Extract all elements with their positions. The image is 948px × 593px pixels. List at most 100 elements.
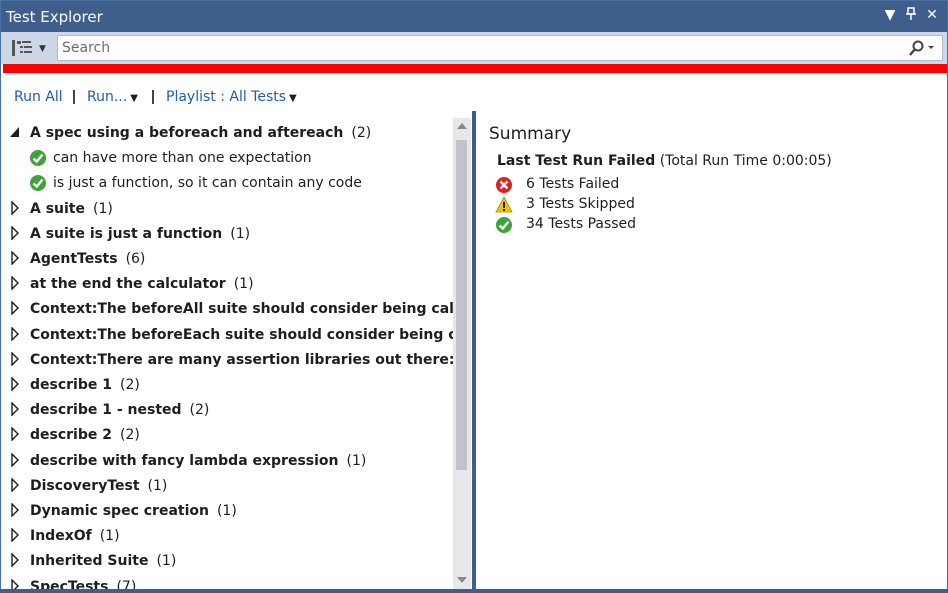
test-group-name: describe 2	[30, 427, 112, 444]
scroll-down-icon[interactable]	[457, 577, 467, 584]
test-group-label: A spec using a beforeach and aftereach (2…	[30, 125, 371, 141]
separator	[152, 90, 154, 104]
check-circle-icon	[30, 175, 46, 192]
skipped-count: 3 Tests Skipped	[526, 196, 635, 212]
test-group-row[interactable]: Context:The beforeEach suite should cons…	[1, 323, 453, 347]
test-group-name: describe 1 - nested	[30, 402, 182, 419]
window-title: Test Explorer	[6, 8, 103, 26]
test-group-label: describe 1 - nested (2)	[30, 402, 209, 418]
expand-toggle[interactable]	[9, 426, 21, 443]
scroll-thumb[interactable]	[456, 140, 467, 470]
collapsed-triangle-icon	[11, 426, 19, 443]
run-menu-label: Run...	[87, 89, 128, 105]
test-group-count: (1)	[346, 452, 367, 469]
test-group-row[interactable]: SpecTests (7)	[1, 575, 453, 590]
expand-toggle[interactable]	[9, 376, 21, 392]
test-group-label: Context:The beforeAll suite should consi…	[30, 301, 453, 317]
test-group-label: A suite (1)	[30, 201, 113, 217]
test-group-name: A spec using a beforeach and aftereach	[30, 125, 344, 141]
collapsed-triangle-icon	[11, 502, 19, 518]
test-group-row[interactable]: Inherited Suite (1)	[1, 549, 453, 573]
toolbar: ▼	[1, 32, 947, 64]
command-bar: Run All Run... ▼ Playlist : All Tests ▼	[1, 83, 947, 111]
test-case-row[interactable]: can have more than one expectation	[1, 146, 453, 170]
test-group-count: (1)	[147, 477, 168, 494]
collapse-toggle[interactable]	[9, 125, 21, 139]
test-group-name: A suite is just a function	[30, 225, 223, 242]
collapsed-triangle-icon	[11, 451, 19, 468]
warning-triangle-icon	[495, 196, 513, 213]
expand-toggle[interactable]	[9, 401, 21, 417]
test-passed-indicator	[29, 149, 47, 170]
test-group-row[interactable]: Context:The beforeAll suite should consi…	[1, 297, 453, 321]
collapsed-triangle-icon	[11, 225, 19, 241]
test-group-row[interactable]: A suite (1)	[1, 197, 453, 221]
collapsed-triangle-icon	[11, 275, 19, 291]
test-group-row[interactable]: A spec using a beforeach and aftereach (2…	[1, 121, 453, 145]
test-group-row[interactable]: AgentTests (6)	[1, 247, 453, 271]
tree-scrollbar[interactable]	[453, 118, 471, 590]
test-case-row[interactable]: is just a function, so it can contain an…	[1, 171, 453, 195]
collapsed-triangle-icon	[11, 376, 19, 392]
x-circle-icon	[496, 177, 512, 193]
test-explorer-window: Test Explorer ▼ ✕ ▼ Search Run All Run..…	[0, 0, 948, 593]
expand-toggle[interactable]	[9, 552, 21, 569]
test-group-label: A suite is just a function (1)	[30, 226, 250, 242]
test-case-label: can have more than one expectation	[53, 150, 312, 167]
search-input[interactable]	[62, 38, 902, 58]
playlist-menu-link[interactable]: Playlist : All Tests ▼	[166, 89, 297, 105]
test-case-label: is just a function, so it can contain an…	[53, 175, 362, 192]
test-group-name: describe with fancy lambda expression	[30, 452, 339, 469]
test-group-row[interactable]: DiscoveryTest (1)	[1, 474, 453, 498]
test-group-label: describe with fancy lambda expression (1)	[30, 453, 366, 469]
expand-toggle[interactable]	[9, 325, 21, 342]
dropdown-menu-icon[interactable]: ▼	[881, 7, 899, 23]
scroll-up-icon[interactable]	[457, 122, 467, 129]
test-tree: A spec using a beforeach and aftereach (2…	[1, 118, 453, 590]
last-run-status: Last Test Run Failed (Total Run Time 0:0…	[497, 153, 832, 169]
run-all-link[interactable]: Run All	[14, 89, 63, 105]
search-button[interactable]	[906, 39, 936, 57]
summary-pane: Summary Last Test Run Failed (Total Run …	[477, 111, 947, 592]
summary-heading: Summary	[489, 124, 572, 144]
test-group-count: (1)	[99, 528, 120, 545]
test-group-label: Context:The beforeEach suite should cons…	[30, 327, 453, 343]
expand-toggle[interactable]	[9, 250, 21, 266]
expand-toggle[interactable]	[9, 300, 21, 317]
pane-splitter[interactable]	[472, 111, 476, 592]
close-icon[interactable]: ✕	[923, 7, 941, 23]
test-group-count: (6)	[125, 251, 146, 267]
check-circle-icon	[30, 150, 46, 167]
pin-icon[interactable]	[902, 7, 920, 25]
expand-toggle[interactable]	[9, 527, 21, 543]
test-group-row[interactable]: A suite is just a function (1)	[1, 222, 453, 246]
test-group-row[interactable]: describe with fancy lambda expression (1)	[1, 449, 453, 473]
passed-count: 34 Tests Passed	[526, 216, 637, 232]
test-group-count: (1)	[156, 553, 177, 570]
last-run-status-label[interactable]: Last Test Run Failed	[497, 153, 655, 169]
test-group-label: describe 2 (2)	[30, 427, 140, 443]
run-menu-link[interactable]: Run... ▼	[87, 89, 138, 105]
expand-toggle[interactable]	[9, 275, 21, 291]
test-group-name: IndexOf	[30, 528, 92, 545]
magnifier-icon	[909, 40, 934, 56]
test-group-count: (2)	[119, 377, 140, 393]
test-group-row[interactable]: describe 1 (2)	[1, 373, 453, 397]
test-group-row[interactable]: Context:There are many assertion librari…	[1, 348, 453, 372]
chevron-down-icon: ▼	[130, 93, 138, 104]
test-group-row[interactable]: IndexOf (1)	[1, 524, 453, 548]
test-group-name: Inherited Suite	[30, 553, 149, 570]
expand-toggle[interactable]	[9, 451, 21, 468]
group-by-button[interactable]: ▼	[9, 35, 49, 61]
expand-toggle[interactable]	[9, 351, 21, 367]
test-group-row[interactable]: Dynamic spec creation (1)	[1, 499, 453, 523]
test-group-row[interactable]: at the end the calculator (1)	[1, 272, 453, 296]
test-group-row[interactable]: describe 2 (2)	[1, 423, 453, 447]
collapsed-triangle-icon	[11, 325, 19, 342]
expand-toggle[interactable]	[9, 225, 21, 241]
expand-toggle[interactable]	[9, 502, 21, 518]
expand-toggle[interactable]	[9, 477, 21, 493]
test-group-label: Context:There are many assertion librari…	[30, 352, 453, 368]
expand-toggle[interactable]	[9, 199, 21, 216]
test-group-row[interactable]: describe 1 - nested (2)	[1, 398, 453, 422]
